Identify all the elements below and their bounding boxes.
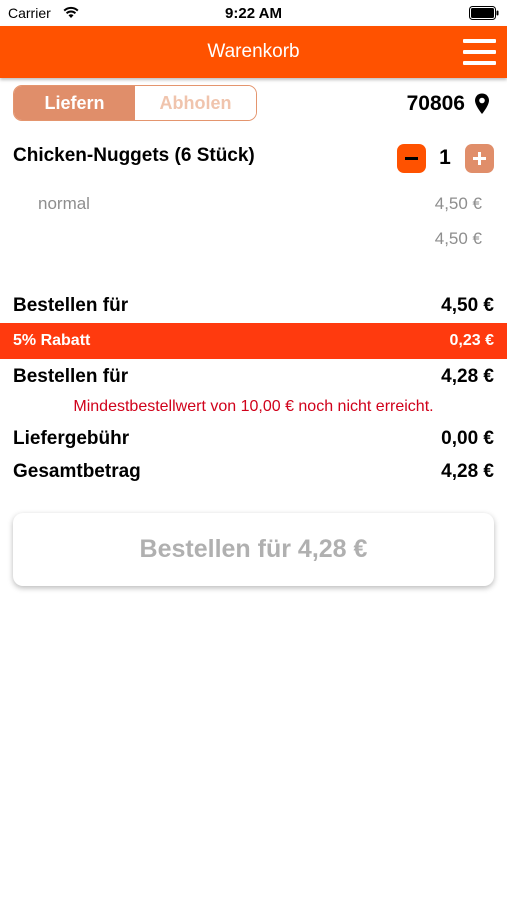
increase-quantity-button[interactable] <box>465 144 494 173</box>
status-time: 9:22 AM <box>225 5 282 22</box>
delivery-option-abholen[interactable]: Abholen <box>135 86 256 120</box>
cart-item-variant: normal <box>38 194 90 213</box>
navigation-bar: Warenkorb <box>0 26 507 78</box>
subtotal-row: Bestellen für 4,50 € <box>0 291 507 321</box>
discounted-subtotal-label: Bestellen für <box>13 366 129 387</box>
minimum-order-warning: Mindestbestellwert von 10,00 € noch nich… <box>73 398 434 415</box>
subtotal-value: 4,50 € <box>441 295 494 316</box>
page-title: Warenkorb <box>207 41 300 62</box>
cart-item-variant-price: 4,50 € <box>434 194 482 213</box>
subtotal-label: Bestellen für <box>13 295 129 316</box>
location-pin-icon[interactable] <box>474 93 490 115</box>
quantity-value: 1 <box>439 146 451 169</box>
discount-value: 0,23 € <box>449 332 494 349</box>
postal-code[interactable]: 70806 <box>407 92 465 116</box>
plus-icon <box>473 152 486 165</box>
hamburger-menu-icon[interactable] <box>463 39 496 65</box>
delivery-mode-toggle: Liefern Abholen <box>13 85 257 121</box>
decrease-quantity-button[interactable] <box>397 144 426 173</box>
total-value: 4,28 € <box>441 461 494 482</box>
status-bar: Carrier 9:22 AM <box>0 0 507 26</box>
discount-label: 5% Rabatt <box>13 332 91 349</box>
cart-item-total: 4,50 € <box>434 229 482 248</box>
delivery-fee-value: 0,00 € <box>441 428 494 449</box>
delivery-fee-label: Liefergebühr <box>13 428 130 449</box>
total-row: Gesamtbetrag 4,28 € <box>0 457 507 487</box>
minus-icon <box>405 157 418 160</box>
discount-row: 5% Rabatt 0,23 € <box>0 323 507 359</box>
battery-icon <box>469 6 499 20</box>
discounted-subtotal-value: 4,28 € <box>441 366 494 387</box>
discounted-subtotal-row: Bestellen für 4,28 € <box>0 362 507 392</box>
place-order-button[interactable]: Bestellen für 4,28 € <box>13 513 494 586</box>
total-label: Gesamtbetrag <box>13 461 141 482</box>
delivery-fee-row: Liefergebühr 0,00 € <box>0 424 507 454</box>
cart-item-name: Chicken-Nuggets (6 Stück) <box>13 145 255 166</box>
delivery-option-liefern[interactable]: Liefern <box>14 86 135 120</box>
